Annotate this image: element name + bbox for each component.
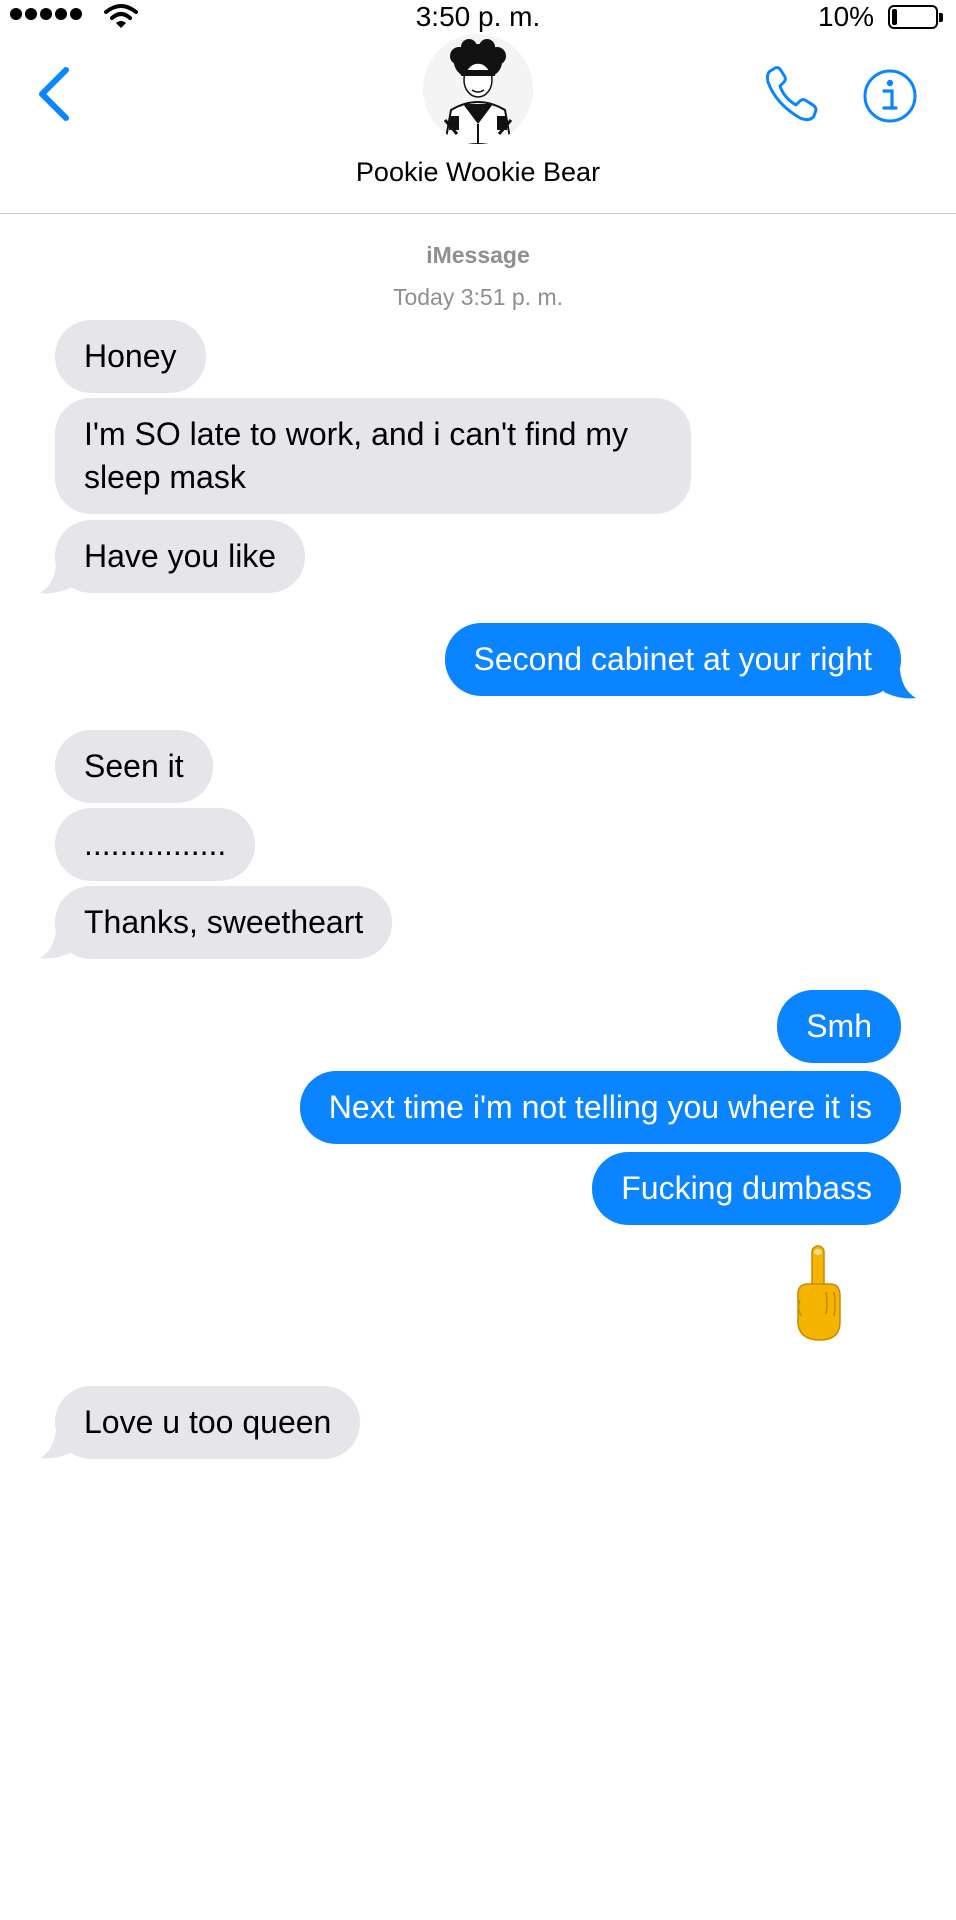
status-time: 3:50 p. m.	[415, 1, 541, 32]
service-label: iMessage	[426, 242, 530, 268]
message-bubble-incoming[interactable]: Honey	[55, 320, 206, 393]
message-bubble-incoming[interactable]: Thanks, sweetheart	[55, 886, 393, 959]
battery-icon	[888, 5, 943, 29]
message-bubble-incoming[interactable]: Seen it	[55, 730, 213, 803]
status-bar: 3:50 p. m. 10%	[0, 0, 956, 34]
message-bubble-outgoing[interactable]: Smh	[777, 990, 901, 1063]
info-icon[interactable]	[862, 68, 918, 124]
back-chevron-icon[interactable]	[34, 64, 74, 124]
message-bubble-incoming[interactable]: Have you like	[55, 520, 306, 593]
message-bubble-incoming[interactable]: I'm SO late to work, and i can't find my…	[55, 398, 691, 514]
middle-finger-emoji[interactable]	[790, 1244, 846, 1344]
message-bubble-incoming[interactable]: Love u too queen	[55, 1386, 361, 1459]
bubble-tail	[884, 670, 916, 699]
message-bubble-outgoing[interactable]: Next time i'm not telling you where it i…	[299, 1071, 901, 1144]
contact-name[interactable]: Pookie Wookie Bear	[0, 154, 956, 190]
message-bubble-outgoing[interactable]: Fucking dumbass	[592, 1152, 901, 1225]
bubble-tail	[40, 565, 72, 594]
bubble-tail	[40, 930, 72, 959]
message-bubble-incoming[interactable]: ................	[55, 808, 256, 881]
contact-avatar[interactable]	[423, 34, 533, 144]
battery-percent: 10%	[818, 1, 875, 32]
phone-icon[interactable]	[762, 64, 822, 126]
messages-screen: 3:50 p. m. 10% Pookie Wookie Bear iMessa…	[0, 0, 956, 1920]
bubble-tail	[40, 1430, 72, 1459]
message-bubble-outgoing[interactable]: Second cabinet at your right	[444, 623, 901, 696]
conversation-header: Pookie Wookie Bear	[0, 34, 956, 214]
thread-timestamp: Today 3:51 p. m.	[392, 284, 564, 310]
avatar-illustration	[423, 34, 533, 144]
